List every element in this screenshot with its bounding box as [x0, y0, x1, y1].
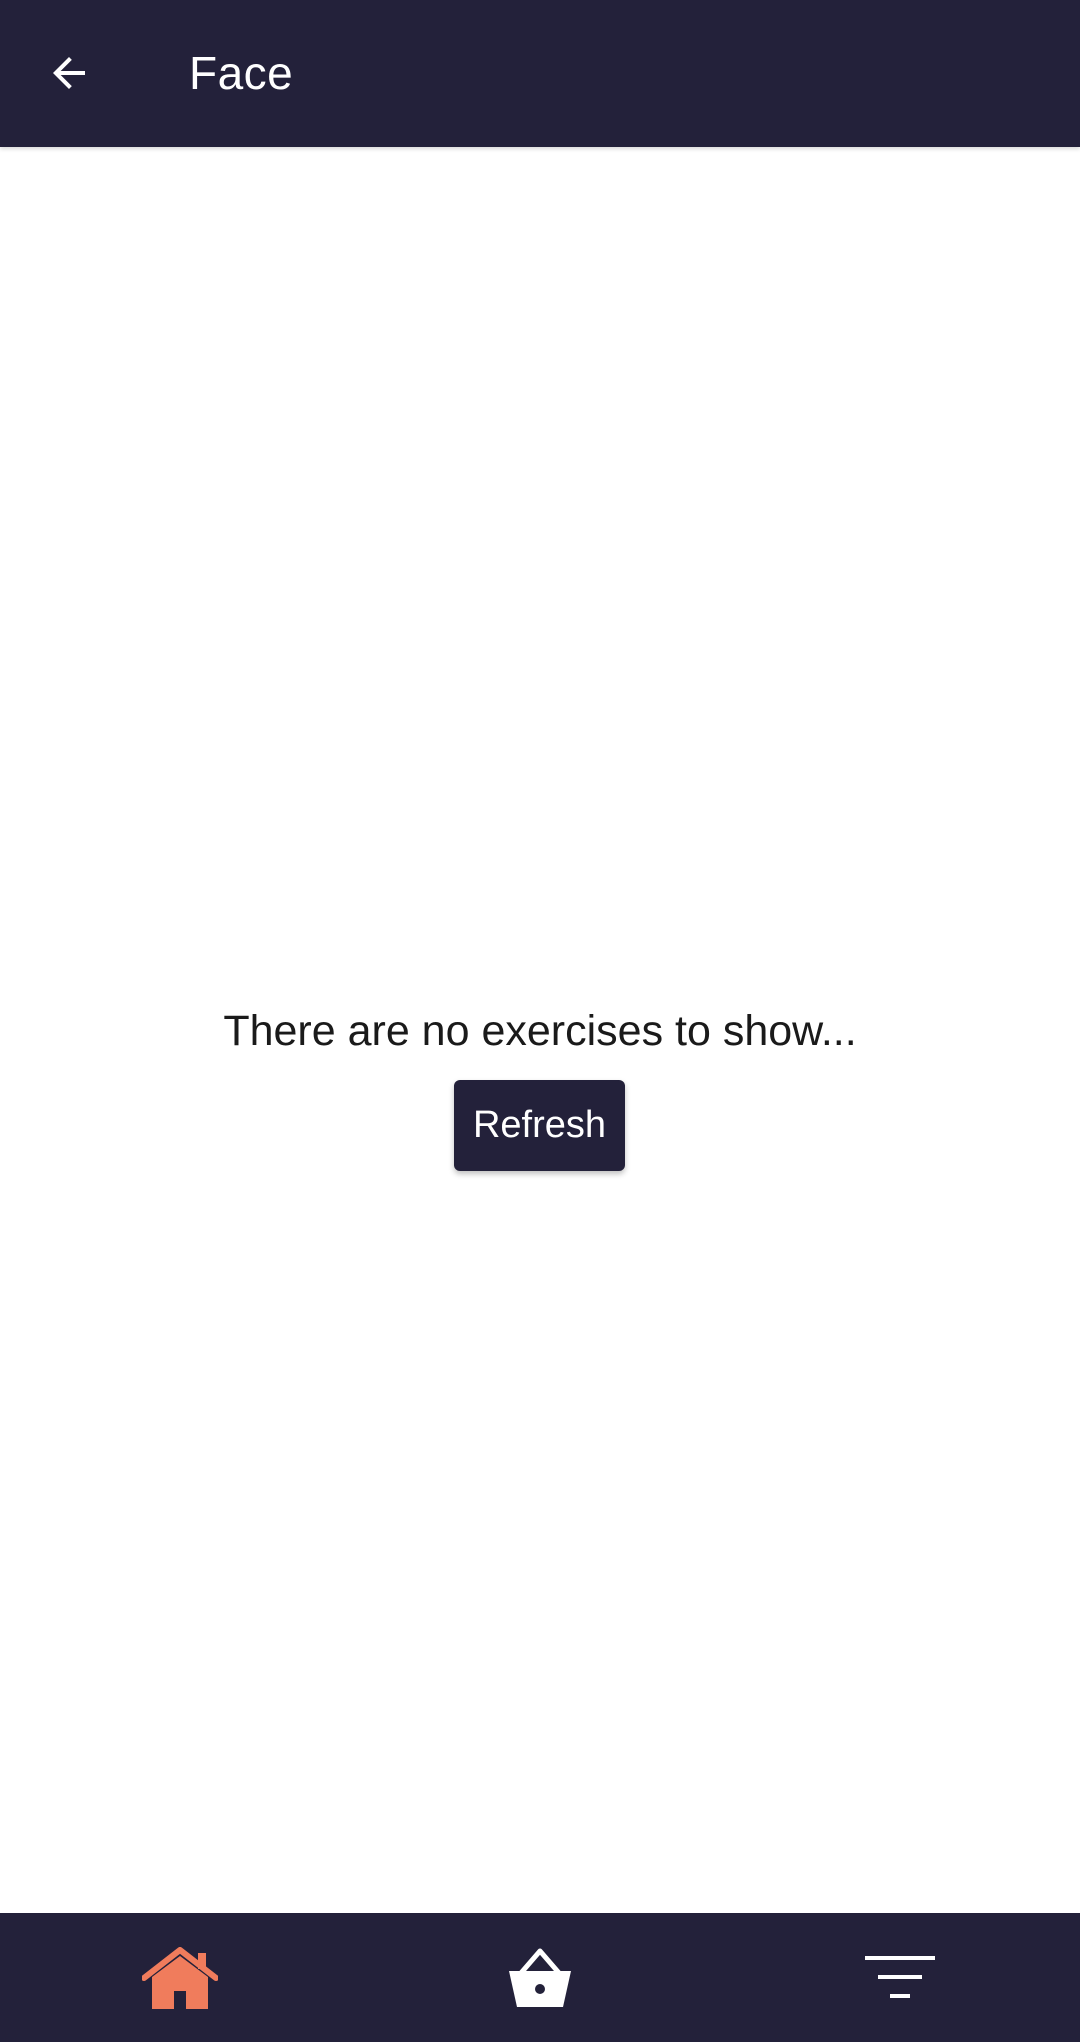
app-bar: Face [0, 0, 1080, 147]
nav-item-basket[interactable] [460, 1913, 620, 2042]
basket-icon [509, 1948, 571, 2007]
filter-icon [865, 1955, 935, 1998]
nav-item-home[interactable] [100, 1913, 260, 2042]
home-icon [142, 1946, 218, 2009]
bottom-navigation [0, 1913, 1080, 2042]
arrow-left-icon [53, 57, 85, 89]
nav-item-filter[interactable] [820, 1913, 980, 2042]
page-title: Face [189, 47, 294, 99]
back-button[interactable] [30, 34, 108, 112]
refresh-button[interactable]: Refresh [454, 1080, 625, 1171]
main-content: There are no exercises to show... Refres… [0, 147, 1080, 1913]
empty-state-message: There are no exercises to show... [223, 1007, 857, 1055]
